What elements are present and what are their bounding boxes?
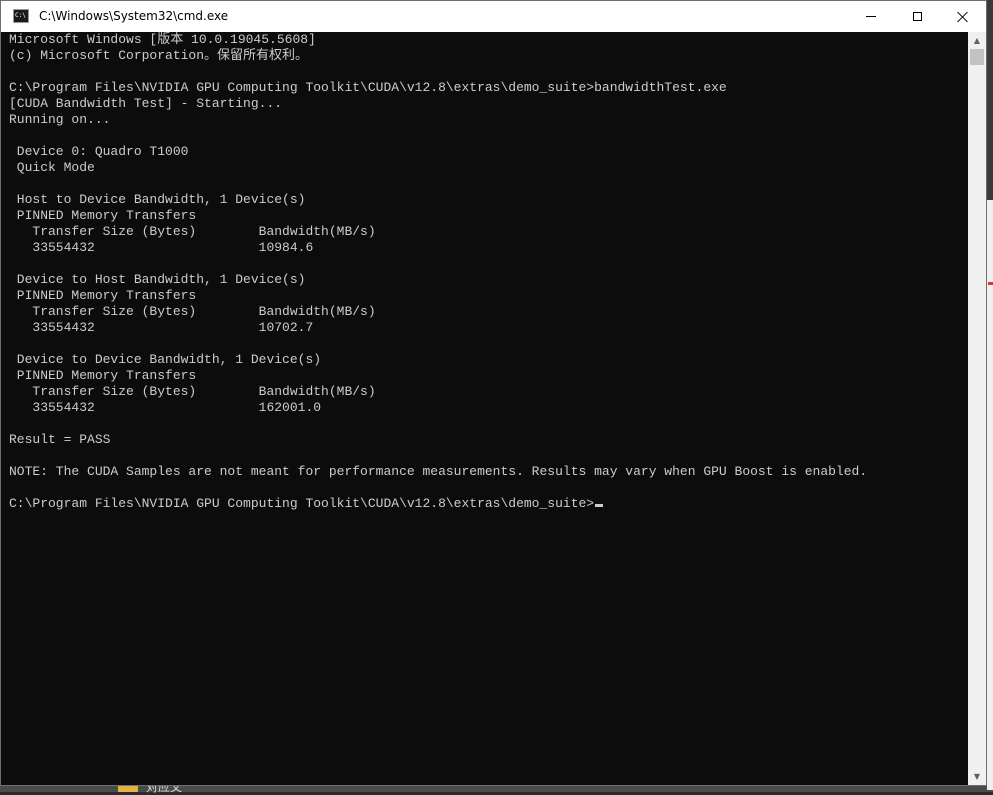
close-icon [957,11,969,23]
command-prompt[interactable]: C:\Program Files\NVIDIA GPU Computing To… [9,496,594,511]
console-line: PINNED Memory Transfers [9,288,197,303]
console-line: C:\Program Files\NVIDIA GPU Computing To… [9,80,727,95]
maximize-button[interactable] [894,1,940,32]
console-area[interactable]: Microsoft Windows [版本 10.0.19045.5608] (… [1,32,968,785]
background-window-edge [987,200,993,790]
console-line: Result = PASS [9,432,111,447]
console-line: Device to Device Bandwidth, 1 Device(s) [9,352,322,367]
console-line: Transfer Size (Bytes) Bandwidth(MB/s) [9,224,376,239]
console-output[interactable]: Microsoft Windows [版本 10.0.19045.5608] (… [9,32,867,512]
console-line: NOTE: The CUDA Samples are not meant for… [9,464,868,479]
text-cursor [595,504,604,507]
console-line: 33554432 162001.0 [9,400,322,415]
vertical-scrollbar[interactable]: ▲ ▼ [968,32,986,785]
background-window-accent [988,282,993,285]
console-line: Device to Host Bandwidth, 1 Device(s) [9,272,306,287]
console-line: PINNED Memory Transfers [9,208,197,223]
console-line: PINNED Memory Transfers [9,368,197,383]
scroll-down-arrow-icon[interactable]: ▼ [968,768,986,785]
scroll-up-arrow-icon[interactable]: ▲ [968,32,986,49]
close-button[interactable] [940,1,986,32]
scrollbar-thumb[interactable] [970,49,984,65]
cmd-window: C:\ C:\Windows\System32\cmd.exe Microsof… [0,0,987,786]
console-line: 33554432 10702.7 [9,320,314,335]
console-line: Running on... [9,112,111,127]
console-line: Device 0: Quadro T1000 [9,144,189,159]
console-line: Transfer Size (Bytes) Bandwidth(MB/s) [9,304,376,319]
console-line: Quick Mode [9,160,95,175]
console-line: Host to Device Bandwidth, 1 Device(s) [9,192,306,207]
console-line: (c) Microsoft Corporation。保留所有权利。 [9,48,309,63]
cmd-icon[interactable]: C:\ [13,9,29,23]
maximize-icon [912,12,922,21]
console-lines: Microsoft Windows [版本 10.0.19045.5608] (… [9,32,867,479]
console-line: Microsoft Windows [版本 10.0.19045.5608] [9,32,316,47]
console-line: [CUDA Bandwidth Test] - Starting... [9,96,283,111]
minimize-button[interactable] [848,1,894,32]
minimize-icon [866,16,876,17]
title-bar[interactable]: C:\ C:\Windows\System32\cmd.exe [1,1,986,32]
console-line: Transfer Size (Bytes) Bandwidth(MB/s) [9,384,376,399]
window-title: C:\Windows\System32\cmd.exe [39,9,229,23]
console-line: 33554432 10984.6 [9,240,314,255]
